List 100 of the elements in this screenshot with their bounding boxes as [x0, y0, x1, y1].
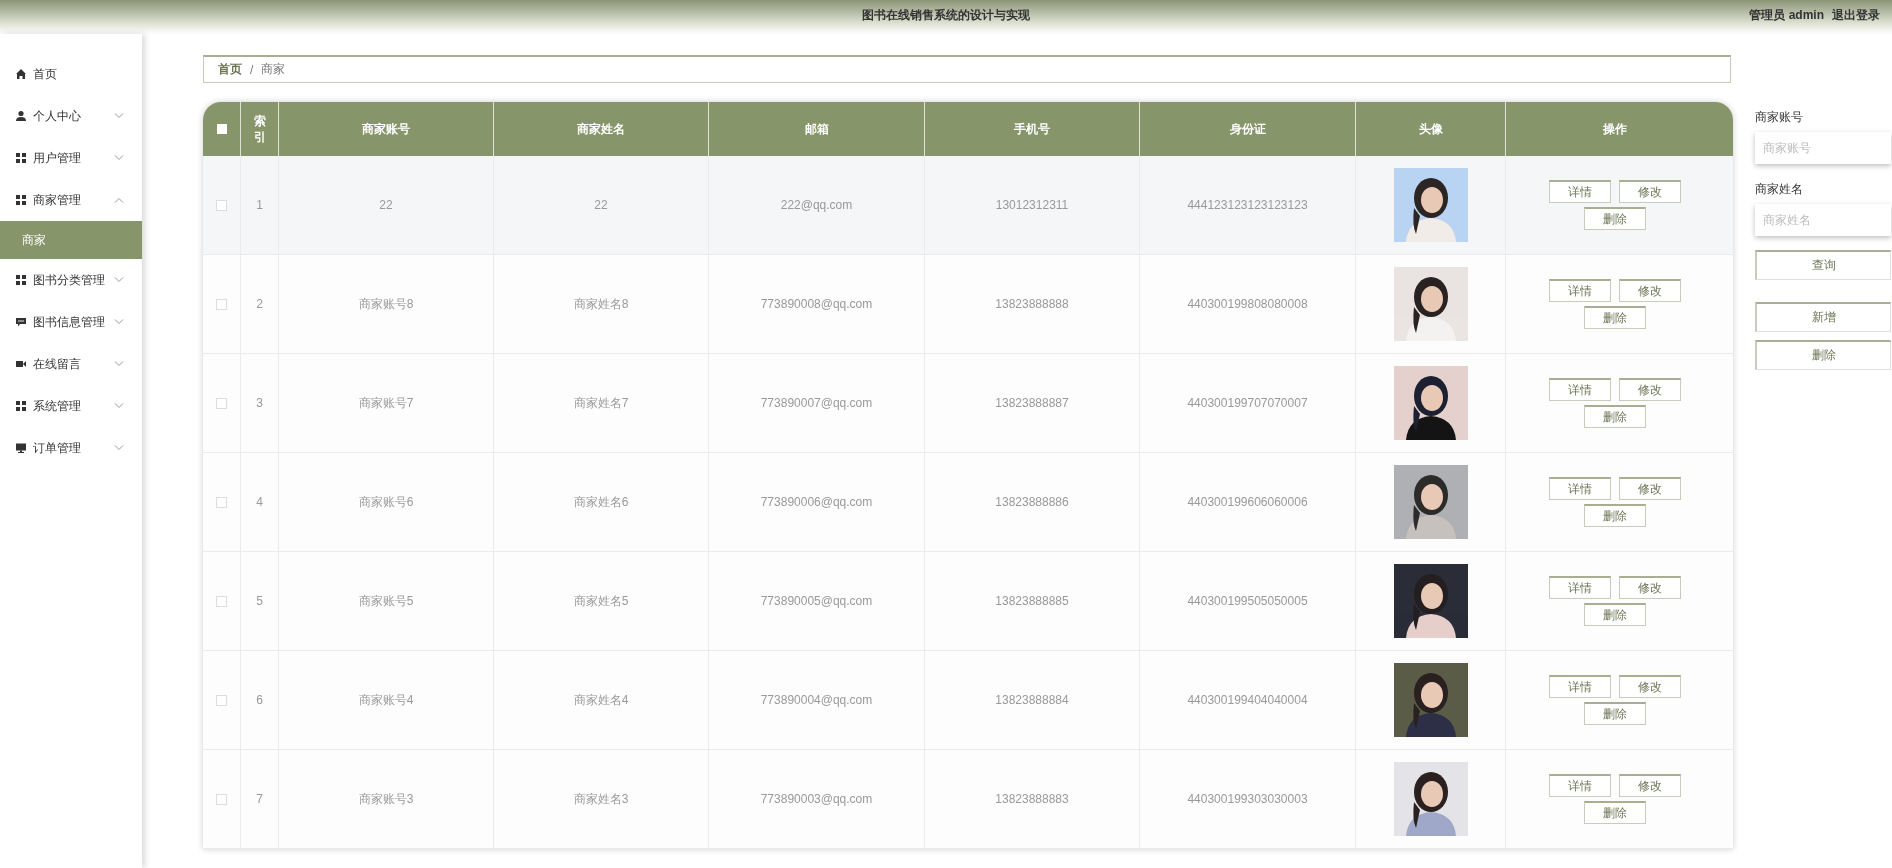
details-button[interactable]: 详情: [1548, 378, 1611, 401]
table-cell: 4: [241, 453, 279, 551]
table-cell: 商家姓名6: [494, 453, 709, 551]
delete-button[interactable]: 删除: [1583, 405, 1646, 428]
camera-icon: [15, 358, 27, 370]
row-checkbox[interactable]: [216, 496, 227, 508]
edit-button[interactable]: 修改: [1618, 180, 1681, 203]
table-cell: 13823888888: [925, 255, 1140, 353]
row-checkbox[interactable]: [216, 199, 227, 211]
details-button[interactable]: 详情: [1548, 675, 1611, 698]
table-cell: 773890006@qq.com: [709, 453, 925, 551]
table-cell: 440300199404040004: [1140, 651, 1356, 749]
message-icon: [15, 316, 27, 328]
column-header: 操作: [1601, 120, 1628, 138]
table-cell: 商家姓名4: [494, 651, 709, 749]
home-icon: [15, 68, 27, 80]
row-checkbox[interactable]: [216, 397, 227, 409]
delete-button[interactable]: 删除: [1583, 504, 1646, 527]
grid-icon: [15, 274, 27, 286]
breadcrumb-item[interactable]: 首页: [218, 61, 242, 78]
delete-button[interactable]: 删除: [1583, 207, 1646, 230]
table-cell: 2: [241, 255, 279, 353]
delete-button[interactable]: 删除: [1583, 603, 1646, 626]
table-cell: 商家姓名3: [494, 750, 709, 848]
edit-button[interactable]: 修改: [1618, 477, 1681, 500]
grid-icon: [15, 152, 27, 164]
edit-button[interactable]: 修改: [1618, 378, 1681, 401]
sidebar-item[interactable]: 用户管理: [0, 137, 142, 179]
table-cell: 商家账号4: [279, 651, 494, 749]
table-cell: 商家姓名8: [494, 255, 709, 353]
system-title: 图书在线销售系统的设计与实现: [862, 6, 1030, 24]
details-button[interactable]: 详情: [1548, 576, 1611, 599]
sidebar-item[interactable]: 系统管理: [0, 385, 142, 427]
sidebar-item[interactable]: 图书信息管理: [0, 301, 142, 343]
table-cell: 商家账号5: [279, 552, 494, 650]
table-cell: 商家账号6: [279, 453, 494, 551]
row-checkbox[interactable]: [216, 793, 227, 805]
details-button[interactable]: 详情: [1548, 477, 1611, 500]
table-cell: 440300199707070007: [1140, 354, 1356, 452]
sidebar-item[interactable]: 首页: [0, 53, 142, 95]
table-cell: 22: [279, 156, 494, 254]
select-all-checkbox[interactable]: [216, 124, 227, 134]
delete-button[interactable]: 删除: [1755, 340, 1891, 370]
table-cell: 773890008@qq.com: [709, 255, 925, 353]
table-cell: 13012312311: [925, 156, 1140, 254]
row-checkbox[interactable]: [216, 298, 227, 310]
table-cell: 440300199808080008: [1140, 255, 1356, 353]
table-cell: 440300199505050005: [1140, 552, 1356, 650]
sidebar-item[interactable]: 个人中心: [0, 95, 142, 137]
add-button[interactable]: 新增: [1755, 302, 1891, 332]
monitor-icon: [15, 442, 27, 454]
table-cell: 7: [241, 750, 279, 848]
table-cell: 5: [241, 552, 279, 650]
sidebar-item[interactable]: 订单管理: [0, 427, 142, 469]
table-cell: 444123123123123123: [1140, 156, 1356, 254]
delete-button[interactable]: 删除: [1583, 801, 1646, 824]
row-checkbox[interactable]: [216, 694, 227, 706]
details-button[interactable]: 详情: [1548, 774, 1611, 797]
table-cell: 773890005@qq.com: [709, 552, 925, 650]
logout-link[interactable]: 退出登录: [1832, 6, 1880, 24]
table-cell: 13823888887: [925, 354, 1140, 452]
table-cell: 6: [241, 651, 279, 749]
search-field[interactable]: 商家姓名: [1755, 204, 1891, 236]
grid-icon: [15, 400, 27, 412]
table-cell: 13823888886: [925, 453, 1140, 551]
details-button[interactable]: 详情: [1548, 279, 1611, 302]
table-cell: 222@qq.com: [709, 156, 925, 254]
sidebar-item[interactable]: 商家管理: [0, 179, 142, 221]
delete-button[interactable]: 删除: [1583, 306, 1646, 329]
delete-button[interactable]: 删除: [1583, 702, 1646, 725]
field-label: 商家账号: [1755, 109, 1804, 126]
field-label: 商家姓名: [1755, 181, 1804, 198]
table-cell: 商家姓名5: [494, 552, 709, 650]
sidebar-item[interactable]: 在线留言: [0, 343, 142, 385]
edit-button[interactable]: 修改: [1618, 279, 1681, 302]
table-cell: 1: [241, 156, 279, 254]
table-cell: 440300199303030003: [1140, 750, 1356, 848]
breadcrumb-item[interactable]: 商家: [261, 61, 286, 78]
edit-button[interactable]: 修改: [1618, 675, 1681, 698]
table-cell: 773890004@qq.com: [709, 651, 925, 749]
user-label: 管理员 admin: [1749, 6, 1824, 24]
table-cell: 商家姓名7: [494, 354, 709, 452]
table-cell: 商家账号3: [279, 750, 494, 848]
edit-button[interactable]: 修改: [1618, 774, 1681, 797]
sidebar-subitem[interactable]: 商家: [0, 221, 142, 259]
table-cell: 440300199606060006: [1140, 453, 1356, 551]
table-cell: 773890007@qq.com: [709, 354, 925, 452]
search-field[interactable]: 商家账号: [1755, 132, 1891, 164]
row-checkbox[interactable]: [216, 595, 227, 607]
user-icon: [15, 110, 27, 122]
table-cell: 13823888883: [925, 750, 1140, 848]
details-button[interactable]: 详情: [1548, 180, 1611, 203]
table-cell: 22: [494, 156, 709, 254]
table-cell: 773890003@qq.com: [709, 750, 925, 848]
edit-button[interactable]: 修改: [1618, 576, 1681, 599]
sidebar-item[interactable]: 图书分类管理: [0, 259, 142, 301]
table-cell: 商家账号7: [279, 354, 494, 452]
grid-icon: [15, 194, 27, 206]
table-cell: 13823888884: [925, 651, 1140, 749]
search-button[interactable]: 查询: [1755, 250, 1891, 280]
